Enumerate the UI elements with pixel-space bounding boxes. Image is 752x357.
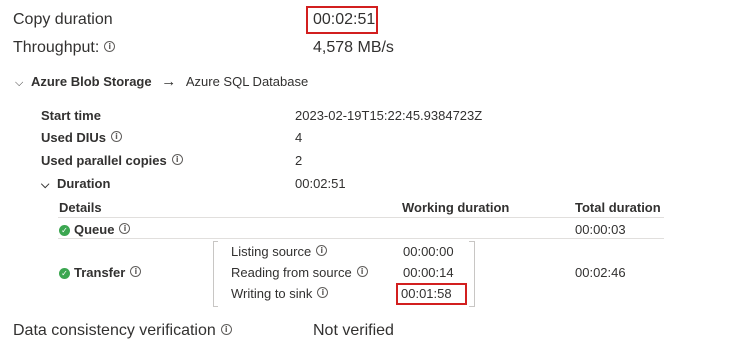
header-total-duration: Total duration bbox=[575, 200, 661, 215]
transfer-row: ✓ Transfer i bbox=[59, 264, 142, 282]
start-time-value: 2023-02-19T15:22:45.9384723Z bbox=[295, 108, 483, 123]
transfer-label: Transfer bbox=[74, 265, 126, 280]
info-icon[interactable]: i bbox=[111, 131, 123, 142]
step-reading-source-value: 00:00:14 bbox=[403, 265, 454, 280]
arrow-right-icon: → bbox=[161, 73, 177, 90]
check-circle-icon: ✓ bbox=[59, 225, 70, 236]
used-dius-row: Used DIUs i bbox=[41, 129, 123, 147]
breakdown-bracket-right-bottom bbox=[469, 306, 474, 307]
duration-label: Duration bbox=[56, 176, 111, 191]
transfer-total: 00:02:46 bbox=[575, 265, 626, 280]
info-icon[interactable]: i bbox=[130, 266, 142, 277]
parallel-copies-row: Used parallel copies i bbox=[41, 152, 183, 170]
parallel-copies-value: 2 bbox=[295, 153, 303, 168]
step-label: Listing source bbox=[231, 244, 312, 259]
breakdown-bracket-left-top bbox=[213, 241, 218, 242]
breakdown-bracket-left-bottom bbox=[213, 306, 218, 307]
header-details: Details bbox=[59, 200, 102, 215]
breakdown-bracket-left bbox=[213, 241, 214, 307]
route-source: Azure Blob Storage bbox=[30, 74, 152, 89]
verification-value: Not verified bbox=[313, 322, 394, 339]
duration-value: 00:02:51 bbox=[295, 176, 346, 191]
verification-label: Data consistency verification bbox=[13, 322, 216, 339]
used-dius-label: Used DIUs bbox=[41, 130, 107, 145]
throughput-row: Throughput: i bbox=[13, 38, 116, 58]
breakdown-bracket-right bbox=[474, 241, 475, 307]
info-icon[interactable]: i bbox=[171, 154, 183, 165]
check-circle-icon: ✓ bbox=[59, 268, 70, 279]
info-icon[interactable]: i bbox=[104, 41, 116, 52]
duration-toggle[interactable]: ⌵ Duration bbox=[41, 175, 110, 194]
queue-total: 00:00:03 bbox=[575, 222, 626, 237]
throughput-label: Throughput: bbox=[13, 39, 100, 56]
start-time-label: Start time bbox=[41, 108, 101, 123]
step-writing-sink: Writing to sink i bbox=[231, 285, 329, 303]
queue-row: ✓ Queue i bbox=[59, 221, 131, 239]
copy-duration-label: Copy duration bbox=[13, 11, 113, 28]
verification-row: Data consistency verification i bbox=[13, 321, 232, 341]
queue-label: Queue bbox=[74, 222, 115, 237]
info-icon[interactable]: i bbox=[356, 266, 368, 277]
step-listing-source: Listing source i bbox=[231, 243, 328, 261]
writing-sink-highlight bbox=[396, 283, 467, 305]
step-label: Writing to sink bbox=[231, 286, 313, 301]
breakdown-bracket-right-top bbox=[469, 241, 474, 242]
chevron-down-icon: ⌵ bbox=[41, 178, 50, 191]
info-icon[interactable]: i bbox=[119, 223, 131, 234]
header-working-duration: Working duration bbox=[402, 200, 510, 215]
info-icon[interactable]: i bbox=[317, 287, 329, 298]
table-header-divider bbox=[58, 217, 664, 218]
info-icon[interactable]: i bbox=[316, 245, 328, 256]
throughput-value: 4,578 MB/s bbox=[313, 39, 394, 56]
info-icon[interactable]: i bbox=[220, 324, 232, 335]
queue-row-divider bbox=[58, 238, 664, 239]
parallel-copies-label: Used parallel copies bbox=[41, 153, 167, 168]
route-toggle[interactable]: ⌵ Azure Blob Storage → Azure SQL Databas… bbox=[15, 73, 308, 92]
step-listing-source-value: 00:00:00 bbox=[403, 244, 454, 259]
route-sink: Azure SQL Database bbox=[185, 74, 309, 89]
chevron-down-icon: ⌵ bbox=[15, 76, 24, 89]
copy-duration-highlight bbox=[306, 6, 378, 34]
step-reading-source: Reading from source i bbox=[231, 264, 368, 282]
step-label: Reading from source bbox=[231, 265, 352, 280]
used-dius-value: 4 bbox=[295, 130, 303, 145]
